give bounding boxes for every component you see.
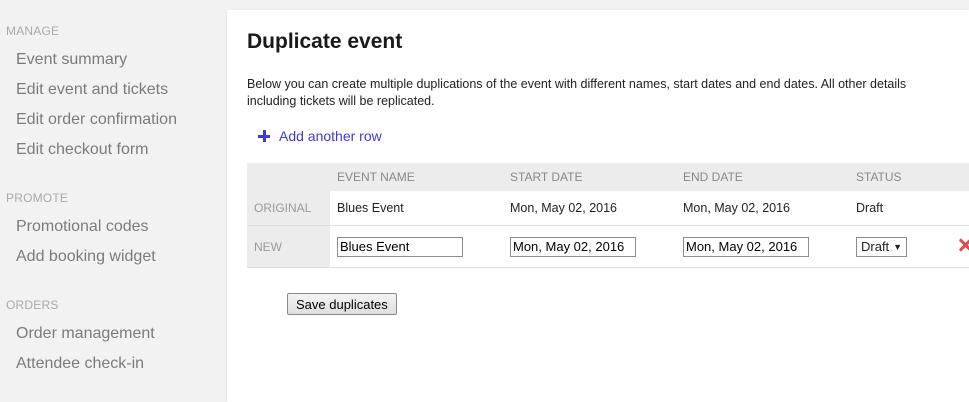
plus-icon xyxy=(258,130,270,142)
header-row-label xyxy=(247,163,330,191)
sidebar-item-promotional-codes[interactable]: Promotional codes xyxy=(16,218,149,236)
row-label-new: NEW xyxy=(247,225,330,268)
sidebar-section-manage: MANAGE xyxy=(6,24,60,38)
new-end-date-cell xyxy=(676,225,849,268)
sidebar-item-edit-order-confirmation[interactable]: Edit order confirmation xyxy=(16,111,177,129)
main-panel: Duplicate event Below you can create mul… xyxy=(227,10,969,402)
new-status-value: Draft xyxy=(861,239,890,254)
add-another-row-label: Add another row xyxy=(279,128,382,144)
new-start-date-cell xyxy=(503,225,676,268)
header-actions xyxy=(936,163,969,191)
sidebar: MANAGE Event summary Edit event and tick… xyxy=(0,0,226,402)
header-status: STATUS xyxy=(849,163,936,191)
sidebar-item-order-management[interactable]: Order management xyxy=(16,325,155,343)
new-status-select[interactable]: Draft ▼ xyxy=(856,236,908,257)
original-actions xyxy=(936,191,969,226)
new-end-date-input[interactable] xyxy=(683,236,809,257)
page-description: Below you can create multiple duplicatio… xyxy=(247,77,907,108)
table-row-new: NEW Draft ▼ xyxy=(247,225,969,268)
original-event-name: Blues Event xyxy=(330,191,503,226)
new-start-date-input[interactable] xyxy=(510,236,636,257)
original-start-date: Mon, May 02, 2016 xyxy=(503,191,676,226)
new-event-name-input[interactable] xyxy=(337,236,463,257)
sidebar-item-add-booking-widget[interactable]: Add booking widget xyxy=(16,248,156,266)
sidebar-item-edit-event-and-tickets[interactable]: Edit event and tickets xyxy=(16,81,168,99)
header-event-name: EVENT NAME xyxy=(330,163,503,191)
original-status: Draft xyxy=(849,191,936,226)
new-event-name-cell xyxy=(330,225,503,268)
sidebar-item-event-summary[interactable]: Event summary xyxy=(16,51,127,69)
caret-down-icon: ▼ xyxy=(893,241,903,252)
table-row-original: ORIGINAL Blues Event Mon, May 02, 2016 M… xyxy=(247,191,969,226)
add-another-row-link[interactable]: Add another row xyxy=(258,128,382,144)
row-label-original: ORIGINAL xyxy=(247,191,330,226)
close-icon[interactable] xyxy=(958,238,969,252)
page-title: Duplicate event xyxy=(247,30,403,53)
sidebar-section-promote: PROMOTE xyxy=(6,191,69,205)
new-actions-cell xyxy=(936,225,969,268)
header-start-date: START DATE xyxy=(503,163,676,191)
sidebar-item-attendee-check-in[interactable]: Attendee check-in xyxy=(16,355,144,373)
table-header-row: EVENT NAME START DATE END DATE STATUS xyxy=(247,163,969,191)
sidebar-item-edit-checkout-form[interactable]: Edit checkout form xyxy=(16,141,149,159)
duplicate-table: EVENT NAME START DATE END DATE STATUS OR… xyxy=(247,163,969,268)
save-duplicates-button[interactable]: Save duplicates xyxy=(287,293,397,315)
original-end-date: Mon, May 02, 2016 xyxy=(676,191,849,226)
sidebar-section-orders: ORDERS xyxy=(6,298,59,312)
header-end-date: END DATE xyxy=(676,163,849,191)
new-status-cell: Draft ▼ xyxy=(849,225,936,268)
